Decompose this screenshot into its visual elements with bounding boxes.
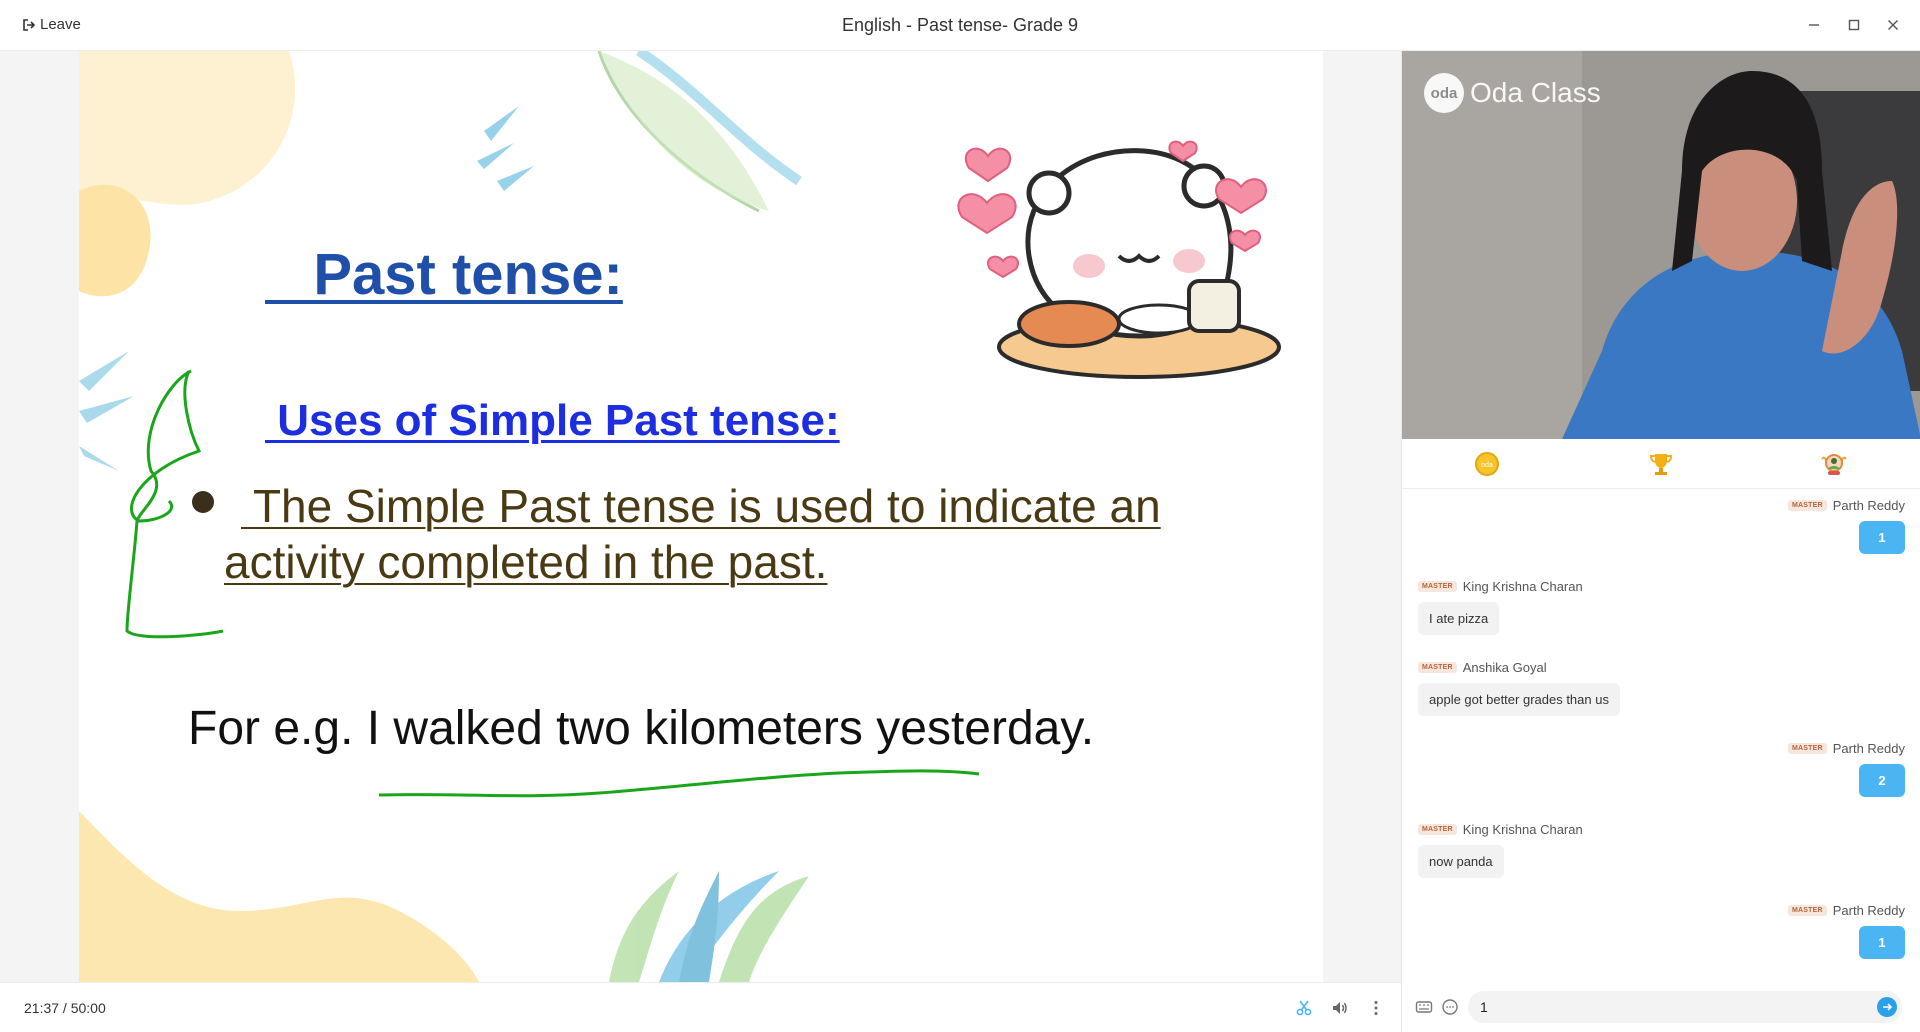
leaf-left	[79, 351, 134, 471]
close-button[interactable]	[1882, 14, 1904, 36]
teacher-video: oda Oda Class	[1402, 51, 1920, 439]
scissors-icon	[1296, 1000, 1312, 1016]
message-bubble: 1	[1859, 926, 1905, 959]
chat-message: MASTER Anshika Goyal apple got better gra…	[1418, 660, 1620, 716]
emoji-button[interactable]	[1440, 997, 1460, 1017]
chat-bubble-icon	[1442, 999, 1458, 1015]
more-options-button[interactable]	[1365, 997, 1387, 1019]
annotation-loop	[130, 370, 202, 523]
trophy-icon	[1649, 454, 1673, 475]
message-author: Parth Reddy	[1832, 498, 1905, 513]
class-timer: 21:37 / 50:00	[24, 1000, 106, 1016]
palm-bottom	[609, 871, 809, 982]
bullet-text-line1: The Simple Past tense is used to indicat…	[241, 480, 1161, 532]
message-author: Anshika Goyal	[1462, 660, 1547, 675]
message-bubble: now panda	[1418, 845, 1504, 878]
chat-message: MASTER Parth Reddy 1	[1787, 903, 1905, 959]
slide-subheading: Uses of Simple Past tense:	[265, 396, 840, 445]
player-bar: 21:37 / 50:00	[0, 982, 1401, 1032]
time-separator: /	[59, 1000, 71, 1016]
presentation-stage: Past tense: Uses of Simple Past tense: T…	[0, 51, 1401, 982]
chat-message: MASTER King Krishna Charan now panda	[1418, 822, 1583, 878]
chat-input-bar	[1402, 981, 1920, 1032]
tab-coins[interactable]: oda	[1472, 449, 1502, 479]
oda-logo-icon: oda	[1424, 73, 1464, 113]
chat-input[interactable]	[1468, 991, 1902, 1023]
brand-name: Oda Class	[1470, 77, 1601, 108]
master-badge: MASTER	[1787, 500, 1827, 511]
brand-logo: oda Oda Class	[1424, 73, 1601, 113]
volume-button[interactable]	[1329, 997, 1351, 1019]
chat-message: MASTER Parth Reddy 1	[1787, 498, 1905, 554]
yellow-blob-left	[79, 184, 151, 297]
elapsed-time: 21:37	[24, 1000, 60, 1016]
master-badge: MASTER	[1787, 743, 1827, 754]
leave-label: Leave	[40, 16, 81, 33]
message-author: Parth Reddy	[1832, 741, 1905, 756]
total-time: 50:00	[70, 1000, 106, 1016]
slide: Past tense: Uses of Simple Past tense: T…	[79, 51, 1323, 982]
svg-text:oda: oda	[1481, 462, 1493, 469]
quick-reply-button[interactable]	[1414, 997, 1434, 1017]
message-author: Parth Reddy	[1832, 903, 1905, 918]
window-title: English - Past tense- Grade 9	[841, 15, 1079, 35]
avatar-badge-icon	[1821, 454, 1847, 475]
leaf-top	[597, 51, 802, 213]
small-leaves	[477, 106, 534, 191]
minimize-button[interactable]	[1803, 14, 1825, 36]
chat-message: MASTER King Krishna Charan I ate pizza	[1418, 579, 1583, 635]
tab-profile-badge[interactable]	[1819, 449, 1849, 479]
coin-icon: oda	[1475, 452, 1499, 476]
master-badge: MASTER	[1418, 824, 1457, 835]
leave-button[interactable]: Leave	[22, 16, 81, 33]
message-bubble: 2	[1859, 764, 1905, 797]
title-bar: Leave English - Past tense- Grade 9	[0, 0, 1920, 51]
example-sentence: For e.g. I walked two kilometers yesterd…	[188, 702, 1095, 755]
bullet-point	[192, 491, 214, 513]
message-author: King Krishna Charan	[1462, 822, 1583, 837]
annotation-underline	[378, 769, 980, 798]
master-badge: MASTER	[1418, 581, 1457, 592]
tab-leaderboard[interactable]	[1646, 449, 1676, 479]
panel-tabs: oda	[1402, 439, 1920, 489]
message-bubble: apple got better grades than us	[1418, 683, 1620, 716]
side-panel: oda Oda Class oda MASTER Parth Reddy 1 M…	[1401, 51, 1920, 1032]
scissors-button[interactable]	[1293, 997, 1315, 1019]
message-bubble: 1	[1859, 521, 1905, 554]
minimize-icon	[1809, 24, 1819, 26]
leave-icon	[23, 18, 36, 31]
send-button[interactable]	[1877, 997, 1897, 1017]
message-bubble: I ate pizza	[1418, 602, 1500, 635]
close-icon	[1888, 20, 1898, 30]
maximize-button[interactable]	[1843, 14, 1865, 36]
chat-list: MASTER Parth Reddy 1 MASTER King Krishna C…	[1402, 490, 1920, 980]
master-badge: MASTER	[1787, 905, 1827, 916]
more-vertical-icon	[1374, 1001, 1378, 1015]
message-author: King Krishna Charan	[1462, 579, 1583, 594]
maximize-icon	[1848, 19, 1860, 31]
yellow-blob-bottom	[79, 811, 479, 982]
chat-message: MASTER Parth Reddy 2	[1787, 741, 1905, 797]
master-badge: MASTER	[1418, 662, 1457, 673]
send-icon	[1883, 1003, 1893, 1011]
volume-icon	[1333, 1002, 1347, 1014]
slide-heading: Past tense:	[265, 242, 623, 307]
bullet-text-line2: activity completed in the past.	[224, 536, 828, 588]
keyboard-icon	[1415, 1001, 1433, 1013]
